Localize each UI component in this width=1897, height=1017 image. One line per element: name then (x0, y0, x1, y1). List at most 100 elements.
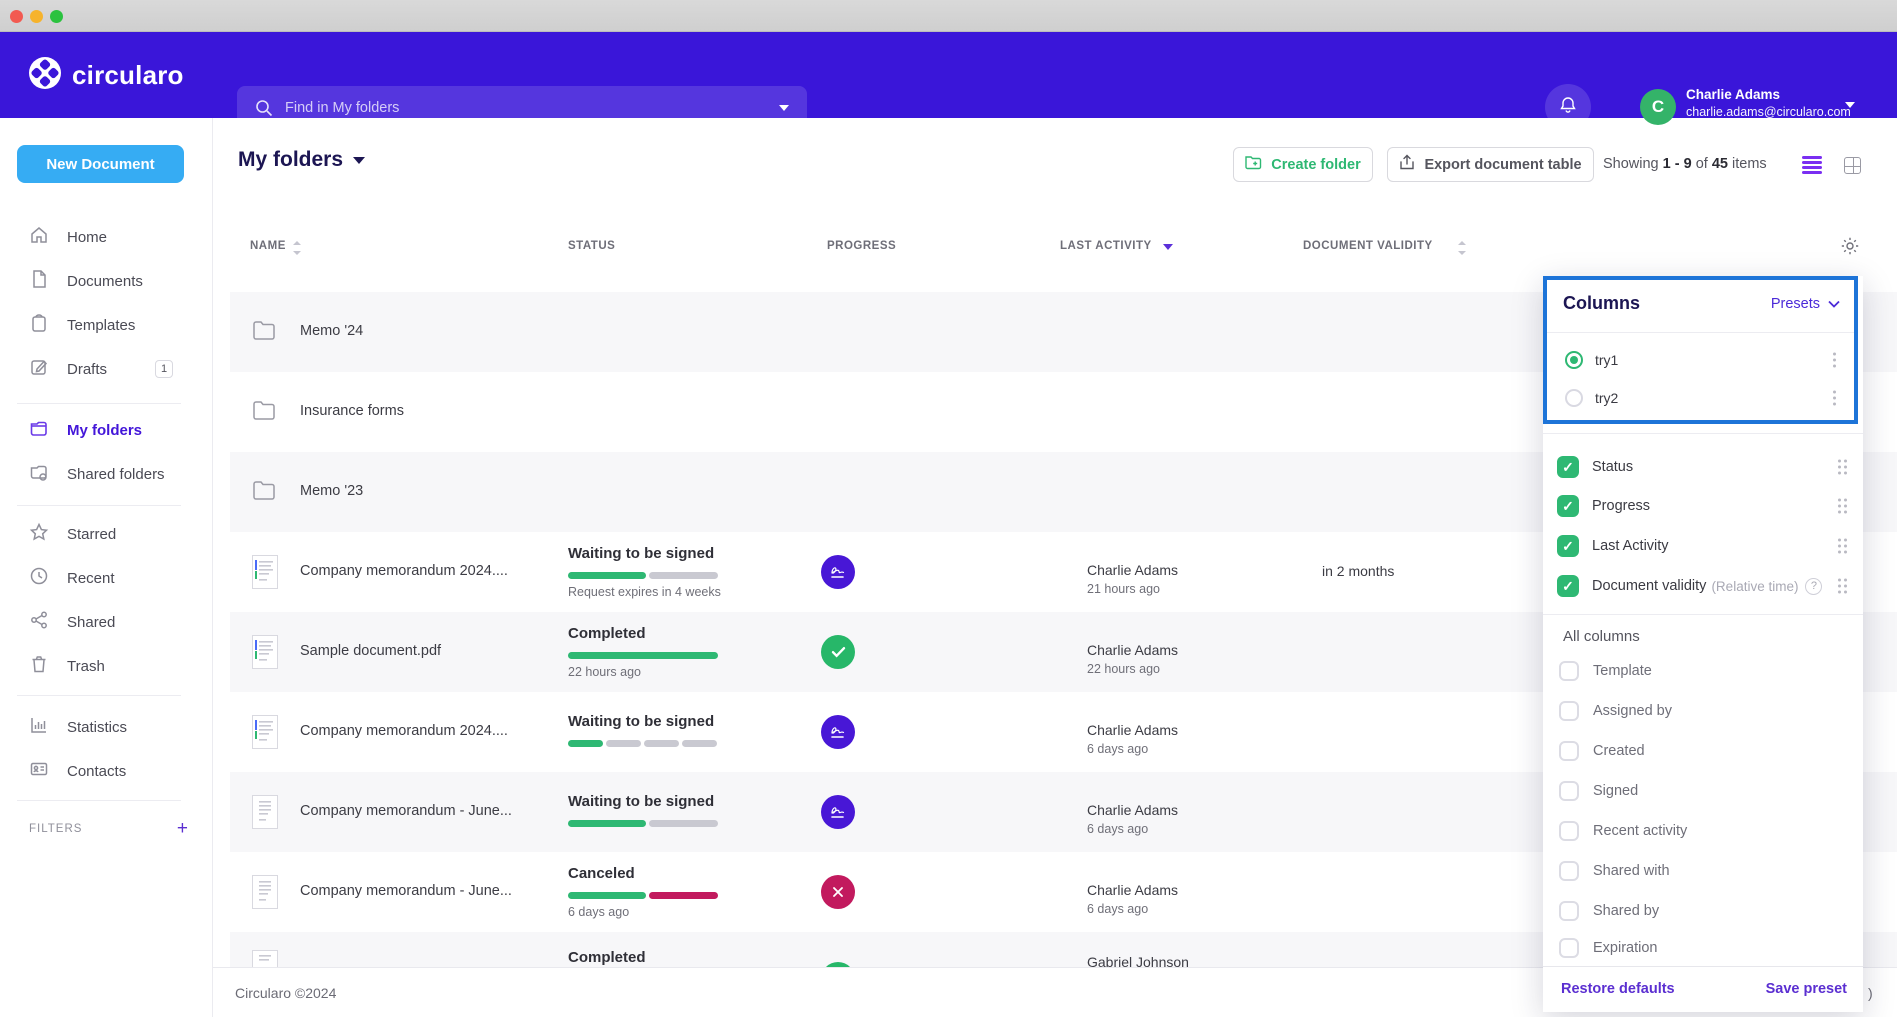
sidebar-item-shared[interactable]: Shared (0, 600, 213, 644)
radio-selected-icon[interactable] (1565, 351, 1583, 369)
column-option-shared-by[interactable]: Shared by (1543, 894, 1863, 928)
list-view-toggle[interactable] (1802, 156, 1822, 174)
document-thumbnail-icon (252, 795, 278, 834)
checkbox-unchecked-icon[interactable] (1559, 821, 1579, 841)
bar-chart-icon (29, 715, 49, 739)
drag-handle-icon[interactable] (1838, 579, 1847, 594)
user-avatar[interactable]: C (1640, 89, 1676, 125)
sidebar-item-contacts[interactable]: Contacts (0, 749, 213, 793)
column-header-status[interactable]: STATUS (568, 240, 615, 252)
sidebar-divider (17, 403, 181, 404)
column-option-recent-activity[interactable]: Recent activity (1543, 814, 1863, 848)
table-settings-gear-icon[interactable] (1840, 236, 1860, 261)
add-filter-button[interactable]: + (177, 818, 188, 840)
folder-icon (252, 320, 276, 346)
sidebar-item-documents[interactable]: Documents (0, 259, 213, 303)
column-option-template[interactable]: Template (1543, 654, 1863, 688)
drag-handle-icon[interactable] (1838, 499, 1847, 514)
column-option-shared-with[interactable]: Shared with (1543, 854, 1863, 888)
presets-label: Presets (1771, 296, 1820, 312)
activity-user: Charlie Adams (1087, 642, 1178, 658)
row-name[interactable]: Sample document.pdf (300, 643, 441, 659)
row-name[interactable]: Insurance forms (300, 403, 404, 419)
notifications-button[interactable] (1545, 84, 1591, 130)
help-question-icon[interactable]: ? (1805, 578, 1822, 595)
column-option-expiration[interactable]: Expiration (1543, 931, 1863, 965)
row-status: Completed (568, 625, 646, 642)
checkbox-unchecked-icon[interactable] (1559, 741, 1579, 761)
presets-highlighted-section: Columns Presets try1 try2 (1543, 276, 1858, 424)
column-header-document-validity[interactable]: DOCUMENT VALIDITY (1303, 240, 1433, 252)
drag-handle-icon[interactable] (1838, 539, 1847, 554)
checkbox-checked-icon[interactable]: ✓ (1557, 495, 1579, 517)
checkbox-checked-icon[interactable]: ✓ (1557, 456, 1579, 478)
sort-icon-name[interactable] (293, 241, 301, 255)
grid-view-toggle[interactable] (1844, 157, 1861, 174)
user-name: Charlie Adams (1686, 87, 1780, 102)
page-title-dropdown[interactable]: My folders (238, 148, 365, 172)
column-header-progress[interactable]: PROGRESS (827, 240, 896, 252)
row-name[interactable]: Memo '23 (300, 483, 363, 499)
checkbox-unchecked-icon[interactable] (1559, 861, 1579, 881)
preset-option-try2[interactable]: try2 (1547, 380, 1854, 416)
search-input[interactable] (285, 100, 779, 116)
sidebar-item-trash[interactable]: Trash (0, 644, 213, 688)
checkbox-unchecked-icon[interactable] (1559, 781, 1579, 801)
row-name[interactable]: Memo '24 (300, 323, 363, 339)
bell-icon (1558, 95, 1578, 120)
visible-column-last-activity[interactable]: ✓ Last Activity (1543, 527, 1863, 565)
column-option-assigned-by[interactable]: Assigned by (1543, 694, 1863, 728)
filters-section: FILTERS + (0, 814, 213, 844)
save-preset-button[interactable]: Save preset (1766, 981, 1847, 997)
close-window-button[interactable] (10, 10, 23, 23)
row-name[interactable]: Company memorandum - June... (300, 883, 512, 899)
checkbox-unchecked-icon[interactable] (1559, 938, 1579, 958)
signature-progress-icon (821, 795, 855, 829)
sidebar-item-recent[interactable]: Recent (0, 556, 213, 600)
sidebar-item-starred[interactable]: Starred (0, 512, 213, 556)
checkbox-unchecked-icon[interactable] (1559, 661, 1579, 681)
sidebar-item-templates[interactable]: Templates (0, 303, 213, 347)
row-name[interactable]: Company memorandum 2024.... (300, 563, 508, 579)
column-option-created[interactable]: Created (1543, 734, 1863, 768)
radio-unselected-icon[interactable] (1565, 389, 1583, 407)
checkbox-unchecked-icon[interactable] (1559, 701, 1579, 721)
drag-handle-icon[interactable] (1838, 460, 1847, 475)
sidebar-item-shared-folders[interactable]: Shared folders (0, 452, 213, 496)
app-logo[interactable]: circularo (28, 47, 184, 103)
progress-bar (568, 740, 718, 747)
row-name[interactable]: Company memorandum 2024.... (300, 723, 508, 739)
presets-dropdown-button[interactable]: Presets (1771, 296, 1840, 312)
column-header-name[interactable]: NAME (250, 240, 286, 252)
row-name[interactable]: Company memorandum - June... (300, 803, 512, 819)
column-header-last-activity[interactable]: LAST ACTIVITY (1060, 240, 1152, 252)
minimize-window-button[interactable] (30, 10, 43, 23)
sidebar-item-label: Templates (67, 317, 135, 334)
visible-column-document-validity[interactable]: ✓ Document validity (Relative time) ? (1543, 567, 1863, 605)
sort-desc-icon-last-activity[interactable] (1163, 244, 1173, 250)
checkbox-unchecked-icon[interactable] (1559, 901, 1579, 921)
new-document-button[interactable]: New Document (17, 145, 184, 183)
sidebar-item-statistics[interactable]: Statistics (0, 705, 213, 749)
sort-icon-document-validity[interactable] (1458, 241, 1466, 255)
sidebar-item-drafts[interactable]: Drafts 1 (0, 347, 213, 391)
sidebar-item-label: Drafts (67, 361, 107, 378)
visible-column-progress[interactable]: ✓ Progress (1543, 487, 1863, 525)
sidebar-item-my-folders[interactable]: My folders (0, 408, 213, 452)
export-document-table-button[interactable]: Export document table (1387, 147, 1594, 182)
activity-user: Charlie Adams (1087, 562, 1178, 578)
restore-defaults-button[interactable]: Restore defaults (1561, 981, 1675, 997)
checkbox-checked-icon[interactable]: ✓ (1557, 535, 1579, 557)
preset-menu-kebab-icon[interactable] (1833, 391, 1836, 406)
create-folder-button[interactable]: Create folder (1233, 147, 1373, 182)
visible-column-status[interactable]: ✓ Status (1543, 448, 1863, 486)
zoom-window-button[interactable] (50, 10, 63, 23)
search-scope-caret-icon[interactable] (779, 105, 789, 111)
global-search[interactable] (237, 86, 807, 129)
user-menu-caret-icon[interactable] (1845, 102, 1855, 108)
preset-menu-kebab-icon[interactable] (1833, 353, 1836, 368)
preset-option-try1[interactable]: try1 (1547, 342, 1854, 378)
column-option-signed[interactable]: Signed (1543, 774, 1863, 808)
checkbox-checked-icon[interactable]: ✓ (1557, 575, 1579, 597)
sidebar-item-home[interactable]: Home (0, 215, 213, 259)
